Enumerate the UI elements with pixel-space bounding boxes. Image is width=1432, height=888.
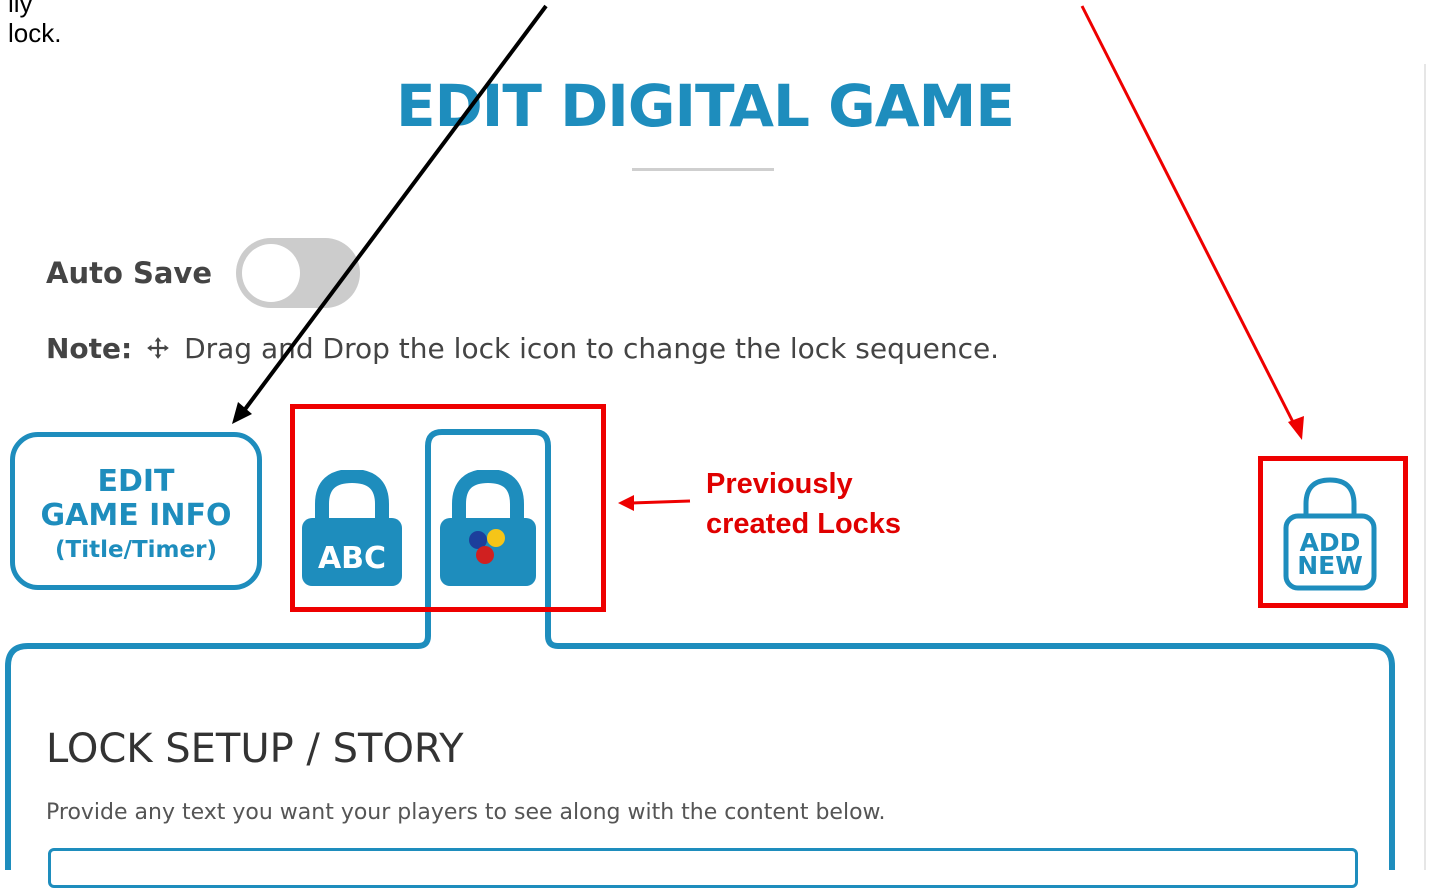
text-lock-icon: ABC bbox=[302, 470, 402, 586]
toggle-knob bbox=[242, 244, 300, 302]
red-arrow-locks-head bbox=[618, 495, 634, 511]
lock-abc[interactable]: ABC bbox=[300, 470, 404, 588]
instruction-line-1: lly bbox=[8, 0, 33, 18]
annotation-line2: created Locks bbox=[706, 508, 902, 540]
lock-abc-label: ABC bbox=[318, 541, 386, 576]
edit-game-info-line3: (Title/Timer) bbox=[55, 537, 217, 563]
section-title: LOCK SETUP / STORY bbox=[46, 726, 464, 772]
auto-save-label: Auto Save bbox=[46, 256, 212, 290]
black-arrow-head bbox=[232, 402, 252, 424]
instruction-line-2: lock. bbox=[8, 18, 62, 48]
add-new-line2: NEW bbox=[1297, 551, 1363, 580]
annotation-line1: Previously bbox=[706, 468, 853, 500]
section-subtitle: Provide any text you want your players t… bbox=[46, 800, 886, 825]
edit-game-info-button[interactable]: EDIT GAME INFO (Title/Timer) bbox=[10, 432, 262, 590]
note-text: Drag and Drop the lock icon to change th… bbox=[184, 332, 1000, 365]
color-lock-icon bbox=[440, 470, 536, 586]
auto-save-toggle[interactable] bbox=[236, 238, 360, 308]
title-divider bbox=[632, 168, 774, 171]
scrollbar-track[interactable] bbox=[1424, 64, 1426, 870]
red-arrow-add-head bbox=[1288, 416, 1304, 440]
edit-game-info-line2: GAME INFO bbox=[40, 498, 232, 533]
color-dot-yellow bbox=[487, 529, 505, 547]
annotation-previously-created: Previously created Locks bbox=[706, 464, 901, 544]
color-dot-red bbox=[476, 546, 494, 564]
story-text-input[interactable] bbox=[48, 848, 1358, 888]
note-label: Note: bbox=[46, 332, 133, 365]
add-new-lock-button[interactable]: ADD NEW bbox=[1278, 468, 1382, 592]
move-arrows-icon bbox=[147, 337, 169, 359]
edit-game-info-line1: EDIT bbox=[97, 464, 175, 499]
red-arrow-add bbox=[1080, 5, 1298, 429]
add-lock-icon: ADD NEW bbox=[1283, 477, 1377, 591]
red-arrow-locks bbox=[631, 499, 691, 505]
lock-color[interactable] bbox=[438, 470, 538, 588]
note-line: Note: Drag and Drop the lock icon to cha… bbox=[46, 332, 999, 365]
page-title: EDIT DIGITAL GAME bbox=[396, 72, 1015, 140]
